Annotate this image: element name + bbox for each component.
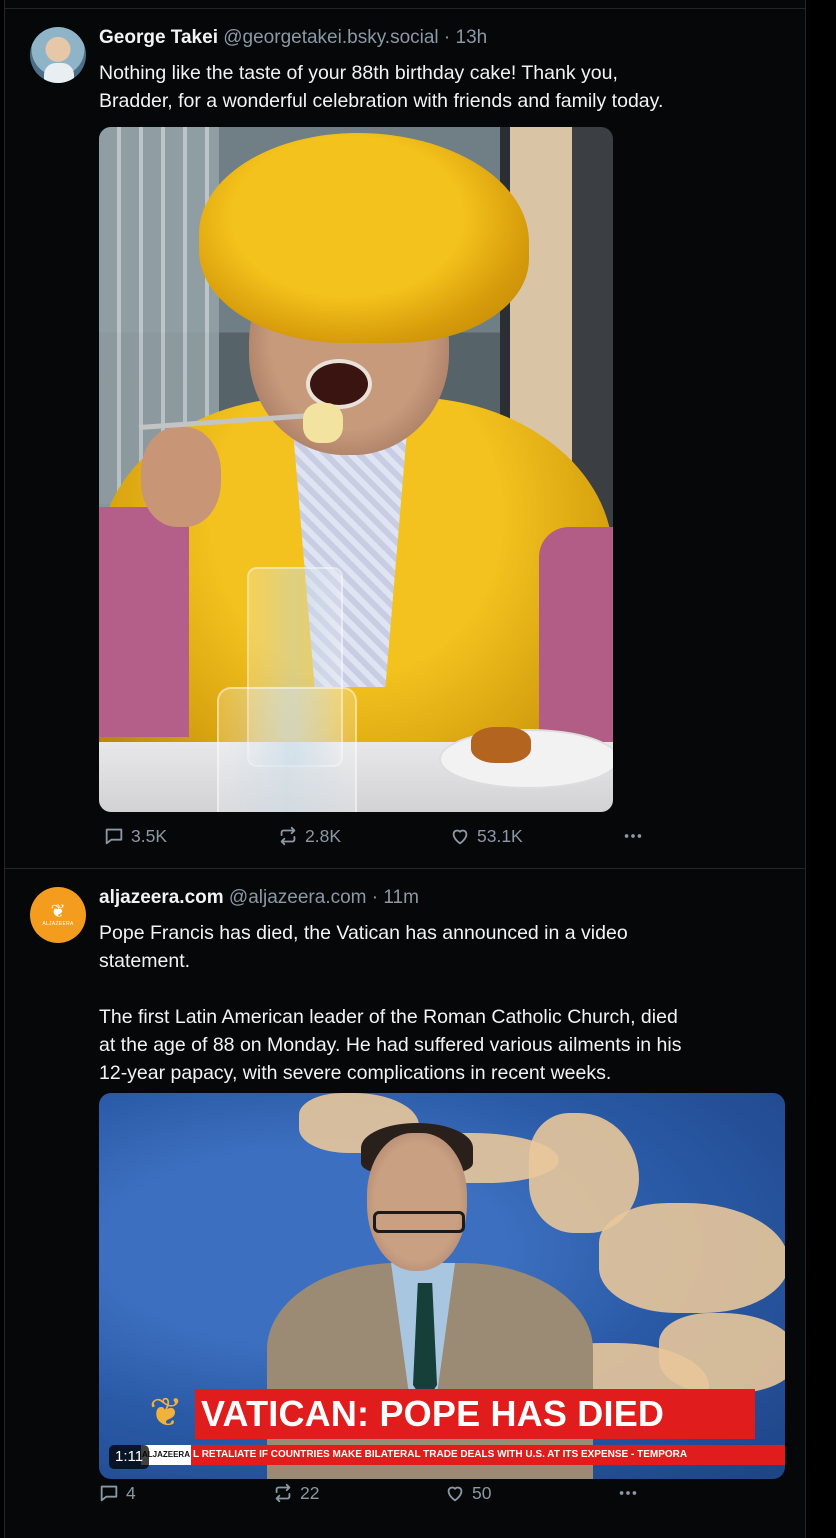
reply-button[interactable]: 4	[98, 1482, 136, 1504]
avatar[interactable]	[30, 27, 86, 83]
more-icon	[624, 834, 642, 838]
post-actions: 4 22 50	[94, 1482, 654, 1510]
video-headline: VATICAN: POPE HAS DIED	[195, 1389, 755, 1439]
video-ticker: L RETALIATE IF COUNTRIES MAKE BILATERAL …	[141, 1445, 785, 1465]
more-icon	[619, 1491, 637, 1495]
repost-button[interactable]: 22	[272, 1482, 319, 1504]
timestamp[interactable]: 11m	[383, 887, 419, 908]
more-button[interactable]	[616, 1482, 640, 1504]
aljazeera-logo-icon: ❦	[149, 1391, 183, 1435]
repost-icon	[275, 1483, 291, 1503]
reply-count: 4	[126, 1482, 136, 1503]
separator: ·	[371, 887, 379, 908]
repost-button[interactable]: 2.8K	[277, 825, 341, 847]
reply-count: 3.5K	[131, 825, 167, 846]
aljazeera-logo-icon: ❦	[50, 901, 66, 921]
timestamp[interactable]: 13h	[456, 27, 488, 48]
post-text: Nothing like the taste of your 88th birt…	[99, 62, 664, 112]
like-count: 50	[472, 1482, 492, 1503]
repost-icon	[280, 826, 296, 846]
reply-button[interactable]: 3.5K	[103, 825, 167, 847]
like-count: 53.1K	[477, 825, 523, 846]
like-button[interactable]: 53.1K	[449, 825, 523, 847]
post[interactable]: ❦ ALJAZEERA aljazeera.com @aljazeera.com…	[5, 868, 805, 1538]
post-header: aljazeera.com @aljazeera.com · 11m	[99, 887, 419, 909]
post-actions: 3.5K 2.8K 53.1K	[99, 825, 659, 853]
reply-icon	[100, 1485, 118, 1502]
feed: George Takei @georgetakei.bsky.social · …	[4, 0, 806, 1538]
video-duration: 1:11	[109, 1445, 150, 1469]
post-image[interactable]	[99, 127, 613, 812]
post-video[interactable]: VATICAN: POPE HAS DIED L RETALIATE IF CO…	[99, 1093, 785, 1479]
more-button[interactable]	[621, 825, 645, 847]
avatar-logo-text: ALJAZEERA	[42, 921, 74, 927]
post[interactable]: George Takei @georgetakei.bsky.social · …	[5, 8, 805, 868]
reply-icon	[105, 828, 123, 845]
author-handle[interactable]: @aljazeera.com	[229, 887, 367, 908]
repost-count: 2.8K	[305, 825, 341, 846]
like-button[interactable]: 50	[444, 1482, 491, 1504]
heart-icon	[447, 1486, 463, 1502]
heart-icon	[452, 829, 468, 845]
post-text: Pope Francis has died, the Vatican has a…	[99, 922, 682, 1084]
post-header: George Takei @georgetakei.bsky.social · …	[99, 27, 487, 49]
author-name[interactable]: aljazeera.com	[99, 887, 224, 908]
repost-count: 22	[300, 1482, 320, 1503]
separator: ·	[443, 27, 451, 48]
avatar[interactable]: ❦ ALJAZEERA	[30, 887, 86, 943]
author-handle[interactable]: @georgetakei.bsky.social	[223, 27, 438, 48]
author-name[interactable]: George Takei	[99, 27, 218, 48]
